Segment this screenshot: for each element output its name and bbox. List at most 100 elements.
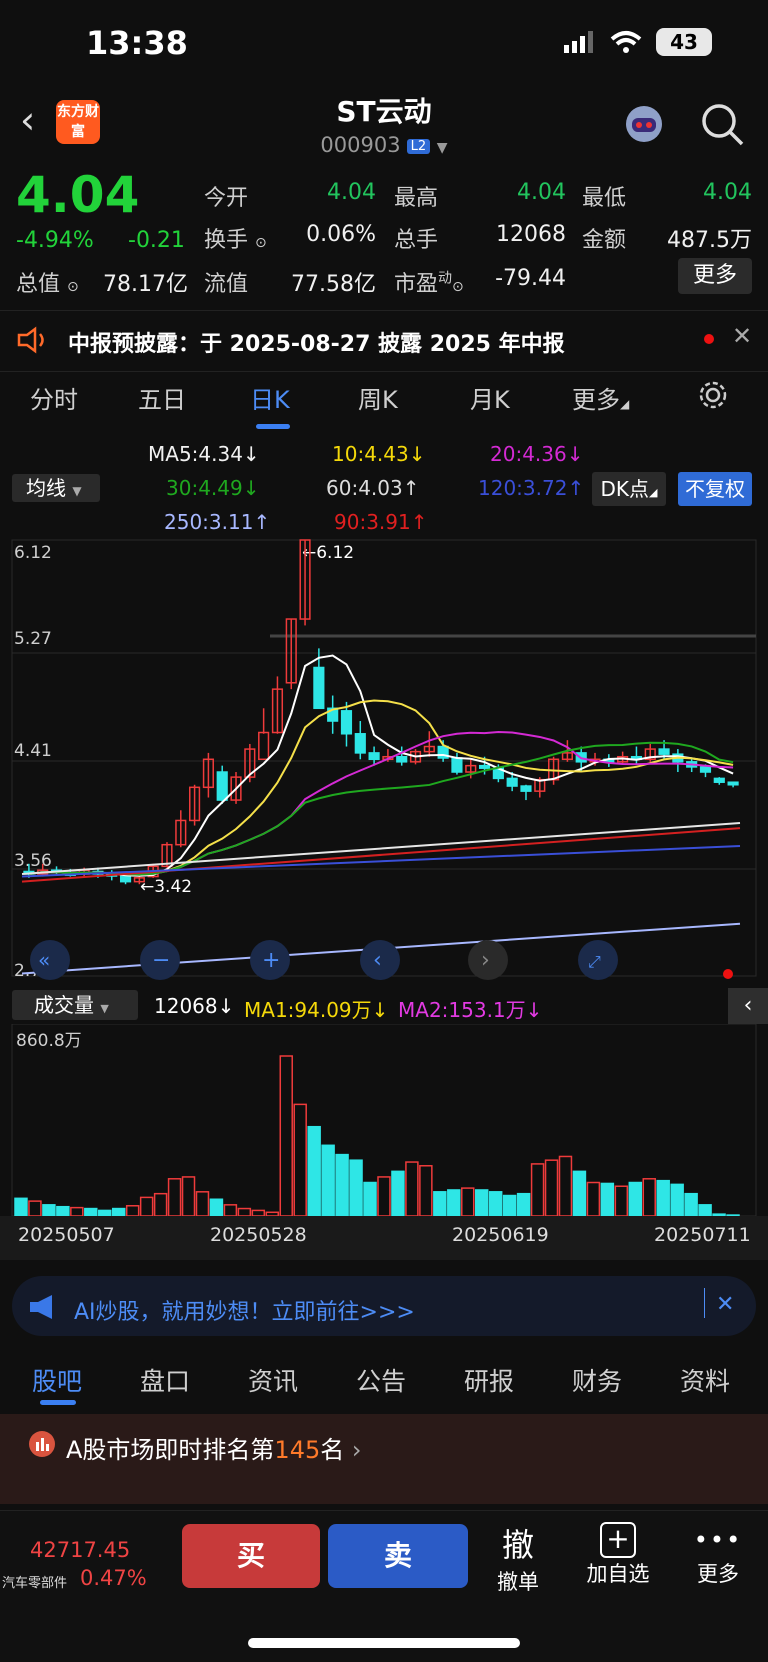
volume-bar <box>167 1178 182 1217</box>
chart-controls: « − + ‹ › ⤢ <box>30 940 733 980</box>
close-icon[interactable]: ✕ <box>732 322 752 350</box>
float-label: 流值 <box>204 272 249 297</box>
volume-bar <box>98 1209 112 1217</box>
volume-bar <box>321 1144 335 1217</box>
stock-code-text: 000903 <box>320 133 401 157</box>
volume-bar <box>726 1214 740 1217</box>
ma-line <box>28 731 734 876</box>
more-quote-button[interactable]: 更多 <box>678 258 752 294</box>
candle-body <box>340 710 353 735</box>
dropdown-icon: ▼ <box>436 140 448 156</box>
speaker-icon <box>17 326 44 354</box>
y-label-mid1: 5.27 <box>14 629 52 649</box>
candle-body <box>354 733 366 754</box>
float-value: 77.58亿 <box>291 272 376 297</box>
robot-assistant-icon[interactable] <box>620 100 668 148</box>
candle-body <box>451 757 463 773</box>
tab-pankou[interactable]: 盘口 <box>140 1362 190 1398</box>
svg-text:‹: ‹ <box>373 948 382 973</box>
date-label-4: 20250711 <box>654 1224 751 1246</box>
volume-value: 12068 <box>496 222 566 247</box>
volume-ma2: MA2:153.1万↓ <box>398 998 543 1022</box>
tab-five-day[interactable]: 五日 <box>138 380 186 415</box>
bottom-tab-underline <box>40 1400 76 1405</box>
candle-body <box>368 752 380 761</box>
candle-body <box>699 766 712 773</box>
volume-select[interactable]: 成交量 ▼ <box>12 990 138 1020</box>
live-dot <box>723 969 733 979</box>
tab-guba[interactable]: 股吧 <box>32 1362 82 1398</box>
volume-bar <box>614 1185 629 1217</box>
volume-current: 12068↓ <box>154 994 235 1018</box>
kline-chart[interactable]: 6.12 5.27 4.41 3.56 2.70 ←6.12 ←3.42 « −… <box>0 530 768 986</box>
ma10-label: 10:4.43↓ <box>332 442 426 466</box>
tab-news[interactable]: 资讯 <box>248 1362 298 1398</box>
info-icon: ⊙ <box>452 279 464 295</box>
candle-body <box>396 755 408 763</box>
collapse-panel-icon[interactable]: ‹ <box>728 988 768 1024</box>
dk-point-button[interactable]: DK点◢ <box>592 472 666 506</box>
more-actions-button[interactable]: ••• 更多 <box>690 1526 746 1588</box>
volume-bar <box>111 1207 126 1217</box>
ma-line <box>21 844 741 878</box>
tab-weekly-k[interactable]: 周K <box>358 380 398 415</box>
rank-chart-icon <box>29 1431 55 1457</box>
volume-label: 总手 <box>394 228 439 253</box>
volume-bar <box>70 1206 84 1217</box>
volume-bar <box>642 1178 656 1217</box>
ma120-label: 120:3.72↑ <box>478 476 585 500</box>
tab-daily-k[interactable]: 日K <box>250 380 290 415</box>
high-value: 4.04 <box>517 180 566 205</box>
volume-bar <box>502 1194 517 1217</box>
wifi-icon <box>610 31 642 53</box>
open-label: 今开 <box>204 186 249 211</box>
adjust-button[interactable]: 不复权 <box>678 472 752 506</box>
kline-tabs: 分时 五日 日K 周K 月K 更多◢ <box>0 380 768 436</box>
volume-bar <box>279 1055 293 1217</box>
tab-more[interactable]: 更多◢ <box>572 380 629 415</box>
buy-button[interactable]: 买 <box>182 1524 320 1588</box>
megaphone-icon <box>30 1295 52 1319</box>
sell-button[interactable]: 卖 <box>328 1524 468 1588</box>
tab-monthly-k[interactable]: 月K <box>470 380 510 415</box>
cancel-order-button[interactable]: 撤撤单 <box>490 1520 546 1596</box>
volume-bar <box>474 1189 489 1217</box>
volume-bar <box>139 1196 154 1217</box>
divider <box>704 1288 705 1318</box>
index-value[interactable]: 42717.45 <box>30 1538 130 1562</box>
close-banner-icon[interactable]: ✕ <box>716 1292 734 1317</box>
add-watchlist-button[interactable]: + 加自选 <box>580 1522 656 1588</box>
volume-bar <box>684 1192 698 1217</box>
info-icon: ⊙ <box>255 235 267 251</box>
date-label-1: 20250507 <box>18 1224 115 1246</box>
volume-bar <box>656 1179 670 1217</box>
tab-underline <box>256 424 290 429</box>
volume-bar <box>265 1211 280 1217</box>
ma-select[interactable]: 均线 ▼ <box>12 474 100 502</box>
candle-body <box>713 777 725 783</box>
volume-bar <box>125 1205 140 1217</box>
tab-profile[interactable]: 资料 <box>680 1362 730 1398</box>
tab-intraday[interactable]: 分时 <box>30 380 78 415</box>
candle-body <box>506 777 518 787</box>
mcap-value: 78.17亿 <box>103 272 188 297</box>
candle-body <box>658 748 670 755</box>
tab-finance[interactable]: 财务 <box>572 1362 622 1398</box>
date-label-2: 20250528 <box>210 1224 307 1246</box>
rank-text: A股市场即时排名第145名 › <box>66 1436 362 1464</box>
low-label: 最低 <box>582 186 627 211</box>
settings-icon[interactable] <box>698 380 728 410</box>
cancel-icon: 撤 <box>501 1526 534 1564</box>
tab-announcement[interactable]: 公告 <box>356 1362 406 1398</box>
y-label-top: 6.12 <box>14 543 52 563</box>
candle-body <box>478 764 491 769</box>
search-icon[interactable] <box>698 100 746 148</box>
svg-text:›: › <box>481 948 490 973</box>
ma-line <box>21 827 741 883</box>
ai-banner-text: AI炒股，就用妙想！立即前往>>> <box>74 1300 415 1325</box>
volume-bar <box>461 1187 475 1217</box>
status-time: 13:38 <box>86 24 188 62</box>
volume-bar <box>307 1125 321 1217</box>
volume-chart[interactable]: 860.8万 <box>0 1024 768 1264</box>
tab-research[interactable]: 研报 <box>464 1362 514 1398</box>
